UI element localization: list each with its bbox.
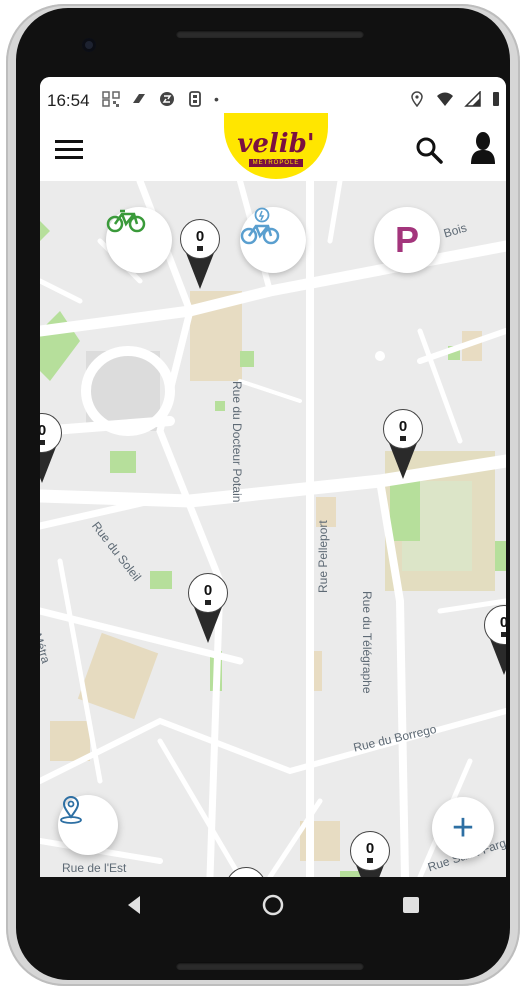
parking-filter-button[interactable]: P: [374, 207, 440, 273]
recents-button[interactable]: [402, 896, 420, 919]
app-bar: velib' MÉTROPOLE: [40, 113, 506, 181]
battery-icon: [493, 92, 499, 106]
pin-bar: [205, 600, 211, 605]
plus-icon: +: [451, 807, 475, 849]
user-icon: [471, 132, 495, 164]
pin-bubble: 0: [383, 409, 423, 449]
mechanical-bike-filter-button[interactable]: [106, 207, 172, 273]
logo-subtext: MÉTROPOLE: [248, 159, 304, 167]
map[interactable]: Rue du Docteur Potain Rue du Soleil Rue …: [40, 181, 506, 877]
debug-icon: [189, 91, 201, 107]
tag-icon: [133, 94, 145, 103]
station-pin[interactable]: 0: [186, 573, 230, 643]
front-camera: [82, 38, 96, 52]
speaker-grille-top: [176, 30, 364, 38]
status-icons-left: •: [102, 91, 219, 107]
station-pin[interactable]: 0: [348, 831, 392, 877]
pin-bar: [367, 858, 373, 863]
station-bike-count: 0: [195, 228, 205, 245]
status-time: 16:54: [47, 91, 90, 110]
pin-bubble: 0: [180, 219, 220, 259]
add-button[interactable]: +: [432, 797, 494, 859]
street-label: Rue du Docteur Potain: [230, 381, 244, 503]
recents-icon: [403, 897, 419, 913]
pin-bar: [197, 246, 203, 251]
pin-bubble: 0: [350, 831, 390, 871]
station-pin[interactable]: 0: [178, 219, 222, 289]
status-icons-right: [408, 91, 500, 107]
pin-bar: [40, 440, 45, 445]
logo-text: velib': [237, 129, 315, 159]
signal-icon: [464, 91, 481, 107]
pin-bar: [400, 436, 406, 441]
electric-bike-filter-button[interactable]: [240, 207, 306, 273]
velib-logo: velib' MÉTROPOLE: [224, 113, 328, 179]
station-bike-count: 0: [40, 422, 47, 439]
station-bike-count: 0: [499, 614, 506, 631]
station-pin[interactable]: 0: [482, 605, 506, 675]
sync-icon: [160, 92, 174, 106]
pin-bubble: 0: [484, 605, 506, 645]
pin-bubble: 0: [188, 573, 228, 613]
home-button[interactable]: [262, 894, 284, 921]
location-icon: [411, 91, 423, 107]
station-bike-count: 0: [365, 840, 375, 857]
parking-label: P: [394, 219, 419, 260]
system-nav-bar: [40, 877, 506, 933]
profile-button[interactable]: [468, 131, 498, 165]
pin-bubble: 0: [40, 413, 62, 453]
hamburger-icon: [55, 140, 83, 159]
location-pin-icon: [60, 796, 82, 824]
station-pin[interactable]: 0: [381, 409, 425, 479]
station-bike-count: 0: [398, 418, 408, 435]
electric-bike-icon: [240, 207, 280, 245]
my-location-button[interactable]: [58, 795, 118, 855]
wifi-icon: [437, 92, 453, 106]
map-canvas: [40, 181, 506, 877]
status-dot: •: [214, 91, 219, 107]
back-button[interactable]: [126, 895, 142, 920]
search-icon: [416, 137, 443, 164]
pin-bar: [501, 632, 506, 637]
street-label: Rue du Télégraphe: [360, 591, 374, 694]
street-label: Rue de l'Est: [62, 861, 127, 875]
screen: 16:54 • Rue du Docteur Potain Rue du Sol…: [40, 77, 506, 877]
menu-button[interactable]: [54, 137, 84, 163]
station-pin[interactable]: 0: [40, 413, 64, 483]
qr-code-icon: [102, 91, 120, 107]
station-bike-count: 0: [203, 582, 213, 599]
bike-icon: [106, 209, 146, 233]
back-icon: [128, 896, 140, 914]
street-label: Rue Pelleport: [316, 520, 330, 593]
home-icon: [262, 894, 284, 916]
search-button[interactable]: [414, 135, 444, 165]
speaker-grille-bottom: [176, 962, 364, 970]
